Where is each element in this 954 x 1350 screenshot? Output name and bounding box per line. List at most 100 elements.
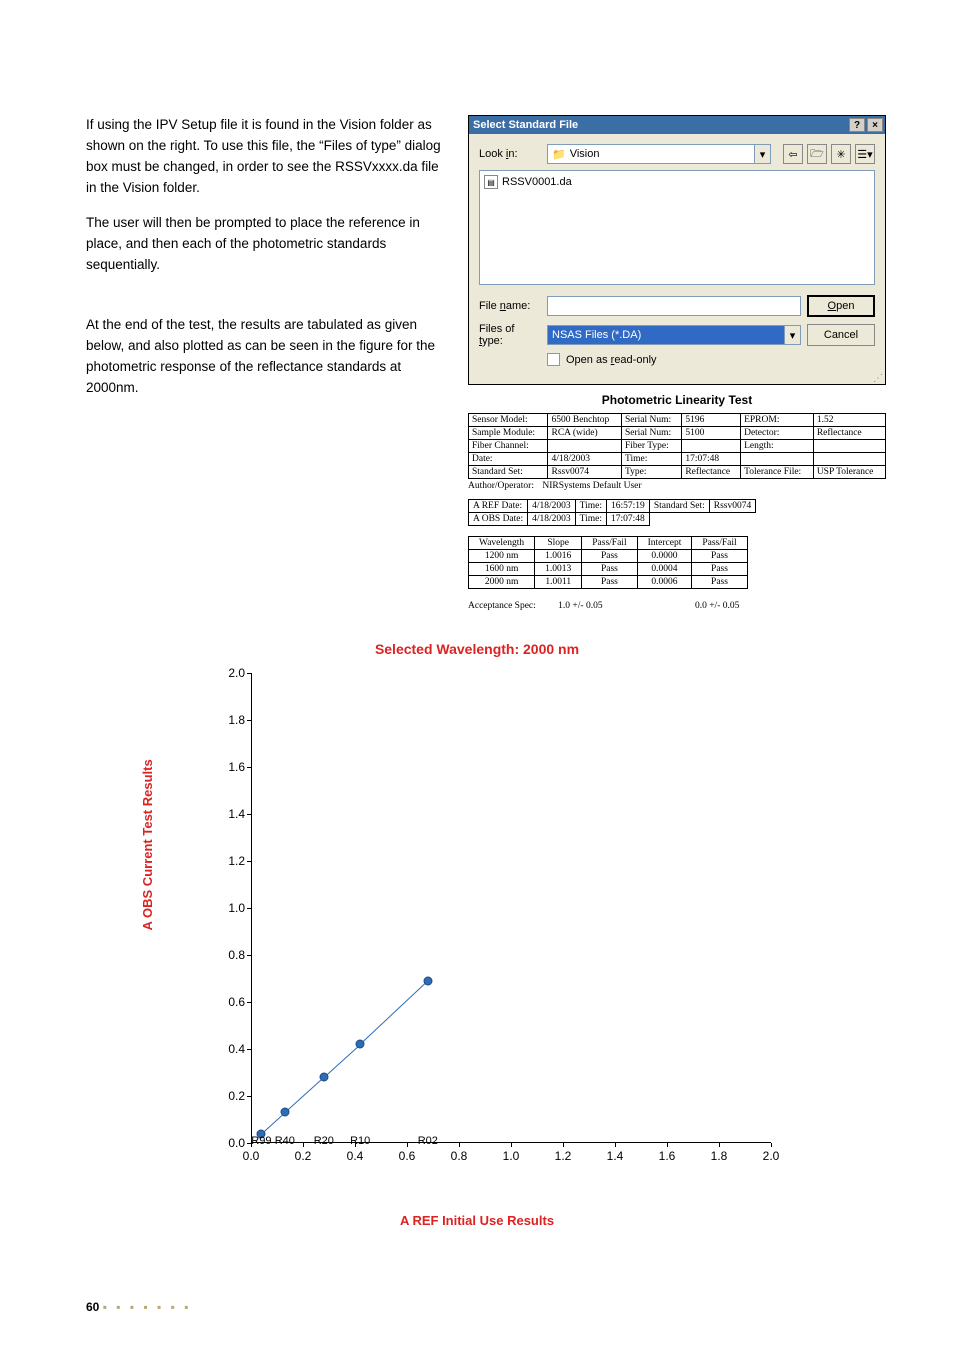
help-button[interactable]: ?	[849, 118, 865, 132]
x-tick	[459, 1143, 460, 1147]
wl-cell: Pass	[692, 576, 747, 589]
info-cell: 4/18/2003	[548, 453, 622, 466]
x-axis-label: A REF Initial Use Results	[167, 1213, 787, 1228]
select-standard-file-dialog: Select Standard File ? × Look in: 📁 Visi…	[468, 115, 886, 385]
look-in-value: Vision	[570, 148, 600, 160]
wl-cell: 0.0004	[637, 563, 692, 576]
new-folder-icon[interactable]: ✳	[831, 144, 851, 164]
data-point	[423, 976, 432, 985]
file-item-label: RSSV0001.da	[502, 176, 572, 188]
y-tick	[247, 1096, 251, 1097]
date-cell: A OBS Date:	[469, 513, 528, 526]
info-cell: Standard Set:	[469, 466, 548, 479]
chevron-down-icon[interactable]: ▾	[784, 326, 800, 344]
wl-cell: 2000 nm	[469, 576, 535, 589]
views-icon[interactable]: ☰▾	[855, 144, 875, 164]
filename-input[interactable]	[547, 296, 801, 316]
open-button[interactable]: Open	[807, 295, 875, 317]
up-icon[interactable]: 🗁	[807, 144, 827, 164]
data-point	[319, 1073, 328, 1082]
resize-grip[interactable]: ⋰	[469, 376, 885, 384]
body-para-3: At the end of the test, the results are …	[86, 315, 448, 399]
y-tick-label: 1.8	[215, 713, 245, 727]
date-cell: Rssv0074	[709, 500, 755, 513]
x-tick-label: 0.8	[451, 1149, 468, 1163]
dialog-titlebar[interactable]: Select Standard File ? ×	[469, 116, 885, 134]
info-cell: Serial Num:	[621, 427, 681, 440]
y-tick	[247, 1049, 251, 1050]
y-tick-label: 0.0	[215, 1136, 245, 1150]
file-list[interactable]: ▤ RSSV0001.da	[479, 170, 875, 285]
dialog-title: Select Standard File	[473, 119, 578, 131]
info-cell	[813, 440, 885, 453]
x-tick-label: 1.8	[711, 1149, 728, 1163]
readonly-checkbox[interactable]	[547, 353, 560, 366]
wl-header-cell: Intercept	[637, 537, 692, 550]
x-tick	[303, 1143, 304, 1147]
chevron-down-icon[interactable]: ▾	[754, 145, 770, 163]
y-tick-label: 1.6	[215, 760, 245, 774]
wl-header-cell: Pass/Fail	[582, 537, 637, 550]
wl-cell: 0.0000	[637, 550, 692, 563]
date-cell: 17:07:48	[607, 513, 650, 526]
filetype-select[interactable]: NSAS Files (*.DA) ▾	[547, 325, 801, 345]
x-tick	[771, 1143, 772, 1147]
body-para-1: If using the IPV Setup file it is found …	[86, 115, 448, 199]
wl-cell: Pass	[692, 550, 747, 563]
info-cell: Detector:	[741, 427, 814, 440]
wl-cell: 1200 nm	[469, 550, 535, 563]
y-tick-label: 2.0	[215, 666, 245, 680]
y-tick	[247, 767, 251, 768]
x-tick-label: 1.0	[503, 1149, 520, 1163]
info-cell: Date:	[469, 453, 548, 466]
info-cell: 1.52	[813, 414, 885, 427]
file-item[interactable]: ▤ RSSV0001.da	[484, 175, 870, 189]
data-point	[356, 1040, 365, 1049]
info-cell	[548, 440, 622, 453]
spec-label: Acceptance Spec:	[468, 601, 536, 611]
y-tick-label: 0.8	[215, 948, 245, 962]
plt-dates-table: A REF Date:4/18/2003Time:16:57:19Standar…	[468, 499, 756, 526]
x-tick	[719, 1143, 720, 1147]
data-point-label: R10	[350, 1135, 370, 1147]
spec-intercept: 0.0 +/- 0.05	[695, 601, 739, 611]
date-cell: 4/18/2003	[528, 513, 576, 526]
info-cell	[813, 453, 885, 466]
info-cell: Time:	[621, 453, 681, 466]
author-value: NIRSystems Default User	[542, 481, 641, 491]
linearity-chart: Selected Wavelength: 2000 nm A OBS Curre…	[167, 641, 787, 1228]
wl-cell: Pass	[582, 550, 637, 563]
file-icon: ▤	[484, 175, 498, 189]
look-in-select[interactable]: 📁 Vision ▾	[547, 144, 771, 164]
plt-title: Photometric Linearity Test	[468, 393, 886, 407]
info-cell: Length:	[741, 440, 814, 453]
plt-wavelength-table: WavelengthSlopePass/FailInterceptPass/Fa…	[468, 536, 748, 589]
date-cell: 16:57:19	[607, 500, 650, 513]
data-point-label: R20	[314, 1135, 334, 1147]
x-tick	[563, 1143, 564, 1147]
y-tick-label: 0.6	[215, 995, 245, 1009]
back-icon[interactable]: ⇦	[783, 144, 803, 164]
close-button[interactable]: ×	[867, 118, 883, 132]
wl-cell: 1600 nm	[469, 563, 535, 576]
y-tick	[247, 1002, 251, 1003]
x-tick	[511, 1143, 512, 1147]
body-para-2: The user will then be prompted to place …	[86, 213, 448, 276]
cancel-button[interactable]: Cancel	[807, 324, 875, 346]
x-tick-label: 0.6	[399, 1149, 416, 1163]
wl-header-cell: Wavelength	[469, 537, 535, 550]
info-cell: Fiber Type:	[621, 440, 681, 453]
info-cell	[741, 453, 814, 466]
wl-cell: 1.0013	[535, 563, 582, 576]
info-cell: Fiber Channel:	[469, 440, 548, 453]
data-point-label: R40	[275, 1135, 295, 1147]
page-number: 60	[86, 1300, 99, 1314]
x-tick-label: 1.4	[607, 1149, 624, 1163]
y-tick	[247, 814, 251, 815]
info-cell: Sensor Model:	[469, 414, 548, 427]
x-tick	[667, 1143, 668, 1147]
x-tick-label: 0.4	[347, 1149, 364, 1163]
y-tick-label: 1.2	[215, 854, 245, 868]
y-tick	[247, 861, 251, 862]
filetype-value: NSAS Files (*.DA)	[552, 329, 641, 341]
